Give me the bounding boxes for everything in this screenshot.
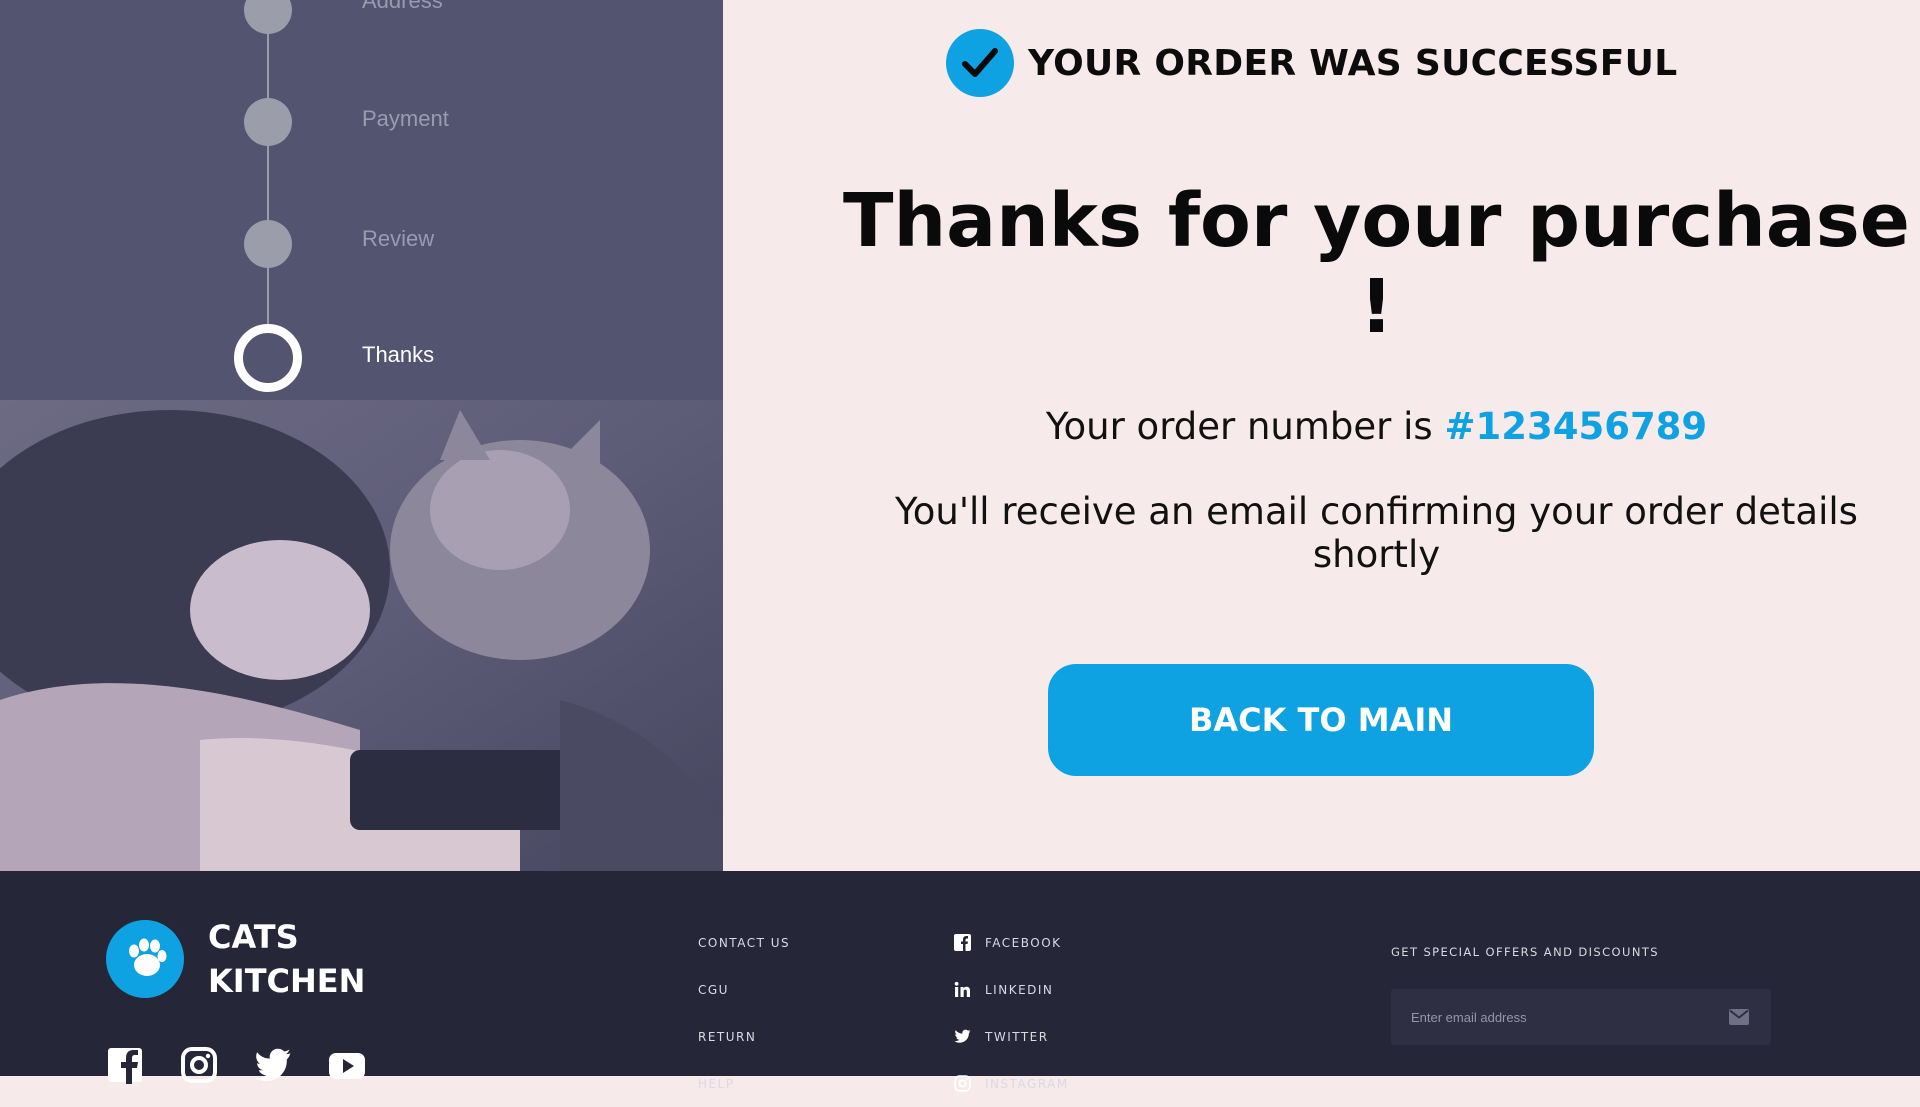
- step-review[interactable]: Review: [0, 220, 600, 290]
- mail-icon[interactable]: [1729, 1009, 1749, 1025]
- success-banner: YOUR ORDER WAS SUCCESSFUL: [946, 28, 1677, 98]
- footer-link-return[interactable]: RETURN: [698, 1013, 790, 1060]
- newsletter-email-input[interactable]: [1391, 989, 1711, 1045]
- footer-social-instagram-label: INSTAGRAM: [985, 1076, 1069, 1091]
- paw-logo-icon: [106, 920, 184, 998]
- step-thanks[interactable]: Thanks: [0, 324, 600, 394]
- footer-social-facebook[interactable]: FACEBOOK: [954, 919, 1069, 966]
- cat-photo: [0, 400, 723, 871]
- order-confirmation: YOUR ORDER WAS SUCCESSFUL Thanks for you…: [723, 0, 1920, 871]
- brand-name: CATS KITCHEN: [208, 915, 365, 1003]
- step-address-dot: [244, 0, 292, 34]
- instagram-icon: [954, 1075, 971, 1092]
- footer-links: CONTACT US CGU RETURN HELP: [698, 919, 790, 1107]
- footer: CATS KITCHEN CONTACT US CGU RETURN HELP: [0, 871, 1920, 1092]
- email-confirmation-note: You'll receive an email confirming your …: [895, 490, 1858, 576]
- step-review-label: Review: [362, 226, 435, 251]
- brand[interactable]: CATS KITCHEN: [106, 915, 365, 1003]
- success-headline: YOUR ORDER WAS SUCCESSFUL: [1028, 42, 1678, 84]
- instagram-icon[interactable]: [180, 1046, 218, 1084]
- step-review-dot: [244, 220, 292, 268]
- footer-social-linkedin[interactable]: LINKEDIN: [954, 966, 1069, 1013]
- twitter-icon: [954, 1029, 971, 1043]
- newsletter: GET SPECIAL OFFERS AND DISCOUNTS: [1391, 945, 1771, 1045]
- page-title: Thanks for your purchase !: [843, 178, 1910, 350]
- footer-link-contact[interactable]: CONTACT US: [698, 919, 790, 966]
- newsletter-form: [1391, 989, 1771, 1045]
- footer-social-links: FACEBOOK LINKEDIN TWITTER INSTAGRAM: [954, 919, 1069, 1107]
- footer-social-linkedin-label: LINKEDIN: [985, 982, 1054, 997]
- facebook-icon[interactable]: [106, 1046, 144, 1084]
- order-number-line: Your order number is #123456789: [723, 405, 1920, 448]
- step-thanks-dot: [234, 324, 302, 392]
- order-number-prefix: Your order number is: [1045, 405, 1445, 448]
- step-address[interactable]: Address: [0, 0, 600, 60]
- twitter-icon[interactable]: [254, 1046, 292, 1084]
- checkout-steps-panel: Address Payment Review Thanks: [0, 0, 723, 871]
- footer-social-instagram[interactable]: INSTAGRAM: [954, 1060, 1069, 1107]
- step-payment-dot: [244, 98, 292, 146]
- step-address-label: Address: [362, 0, 443, 13]
- footer-social-facebook-label: FACEBOOK: [985, 935, 1062, 950]
- footer-link-cgu[interactable]: CGU: [698, 966, 790, 1013]
- step-payment-label: Payment: [362, 106, 449, 131]
- social-icons: [106, 1046, 366, 1084]
- footer-link-help[interactable]: HELP: [698, 1060, 790, 1107]
- order-number: #123456789: [1444, 405, 1708, 448]
- brand-name-line2: KITCHEN: [208, 962, 366, 1000]
- checkout-stepper: Address Payment Review Thanks: [0, 0, 723, 420]
- linkedin-icon: [954, 981, 970, 997]
- brand-name-line1: CATS: [208, 918, 299, 956]
- check-circle-icon: [946, 29, 1014, 97]
- youtube-icon[interactable]: [328, 1046, 366, 1084]
- step-thanks-label: Thanks: [362, 342, 435, 367]
- facebook-icon: [954, 934, 971, 951]
- newsletter-title: GET SPECIAL OFFERS AND DISCOUNTS: [1391, 945, 1659, 959]
- footer-social-twitter-label: TWITTER: [985, 1029, 1049, 1044]
- footer-social-twitter[interactable]: TWITTER: [954, 1013, 1069, 1060]
- back-to-main-button[interactable]: BACK TO MAIN: [1048, 664, 1594, 776]
- step-payment[interactable]: Payment: [0, 98, 600, 168]
